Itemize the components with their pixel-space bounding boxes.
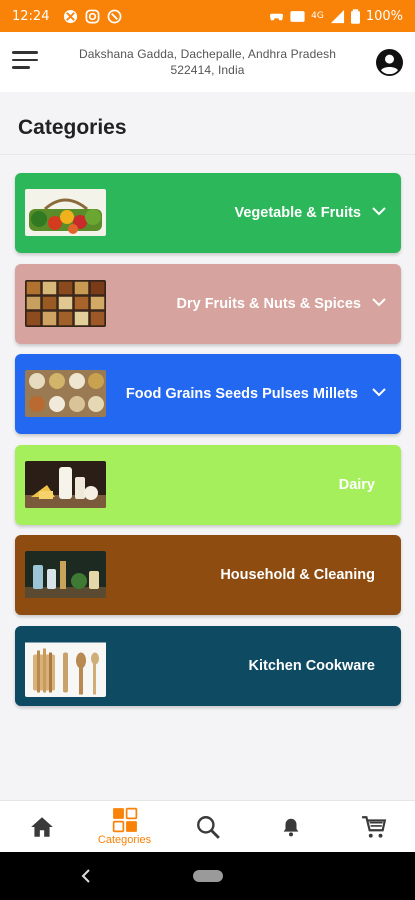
- bell-icon: [283, 818, 298, 836]
- category-card-dairy[interactable]: Dairy: [15, 444, 401, 525]
- gamepad-icon: [270, 13, 284, 20]
- nav-home[interactable]: [0, 801, 83, 852]
- cart-icon: [361, 815, 386, 838]
- app-notification-icon: [64, 9, 78, 23]
- instagram-icon: [86, 9, 100, 23]
- category-card-vegetables-fruits[interactable]: Vegetable & Fruits: [15, 173, 401, 253]
- battery-level: 100%: [365, 8, 403, 24]
- category-card-household-cleaning[interactable]: Household & Cleaning: [15, 535, 401, 615]
- address-line-1: Dakshana Gadda, Dachepalle, Andhra Prade…: [78, 47, 337, 61]
- status-bar: 12:24 4G 100%: [0, 0, 415, 32]
- category-label: Vegetable & Fruits: [234, 205, 361, 221]
- home-gesture-pill[interactable]: [193, 870, 223, 882]
- category-label: Household & Cleaning: [220, 567, 375, 583]
- chevron-down-icon[interactable]: [371, 296, 387, 308]
- category-label: Dairy: [338, 476, 375, 493]
- bottom-navigation: Categories: [0, 800, 415, 852]
- nav-search[interactable]: [166, 801, 249, 852]
- dairy-image: [25, 460, 106, 508]
- signal-icon: [330, 9, 344, 23]
- categories-icon: [112, 807, 137, 833]
- category-card-dry-fruits-nuts-spices[interactable]: Dry Fruits & Nuts & Spices: [15, 263, 401, 344]
- nav-notifications[interactable]: [249, 801, 332, 852]
- chevron-down-icon[interactable]: [371, 386, 387, 398]
- food-grains-image: [25, 370, 106, 417]
- hd-icon: [290, 10, 305, 22]
- app-header: Dakshana Gadda, Dachepalle, Andhra Prade…: [0, 32, 415, 92]
- chevron-down-icon[interactable]: [371, 205, 387, 217]
- category-card-food-grains[interactable]: Food Grains Seeds Pulses Millets: [15, 354, 401, 434]
- category-label: Dry Fruits & Nuts & Spices: [176, 295, 361, 312]
- category-label: Kitchen Cookware: [248, 657, 376, 674]
- nav-cart[interactable]: [332, 801, 415, 852]
- system-navigation-bar: [0, 852, 415, 900]
- nav-categories-label: Categories: [97, 834, 152, 846]
- notification-icons: [63, 9, 122, 24]
- page-title: Categories: [18, 116, 127, 139]
- battery-icon: [350, 8, 360, 24]
- dry-fruits-spices-image: [25, 279, 106, 327]
- kitchen-cookware-image: [25, 642, 106, 697]
- vegetables-fruits-image: [25, 189, 106, 236]
- delivery-address[interactable]: Dakshana Gadda, Dachepalle, Andhra Prade…: [60, 46, 355, 78]
- app-badge-icon: [108, 9, 122, 23]
- status-right: 4G 100%: [269, 9, 403, 24]
- address-line-2: 522414, India: [170, 63, 245, 77]
- household-cleaning-image: [25, 551, 106, 598]
- category-label: Food Grains Seeds Pulses Millets: [125, 386, 358, 402]
- divider: [0, 154, 415, 155]
- back-arrow-icon[interactable]: [78, 868, 94, 884]
- category-card-kitchen-cookware[interactable]: Kitchen Cookware: [15, 625, 401, 706]
- category-list: Vegetable & Fruits Dry Fruits & Nuts & S…: [15, 173, 401, 716]
- hamburger-menu-icon[interactable]: [12, 51, 38, 73]
- account-icon[interactable]: [376, 49, 403, 76]
- home-icon: [30, 816, 53, 837]
- network-type: 4G: [311, 11, 324, 21]
- nav-categories[interactable]: Categories: [83, 801, 166, 852]
- search-icon: [196, 815, 220, 839]
- status-time: 12:24: [12, 8, 50, 24]
